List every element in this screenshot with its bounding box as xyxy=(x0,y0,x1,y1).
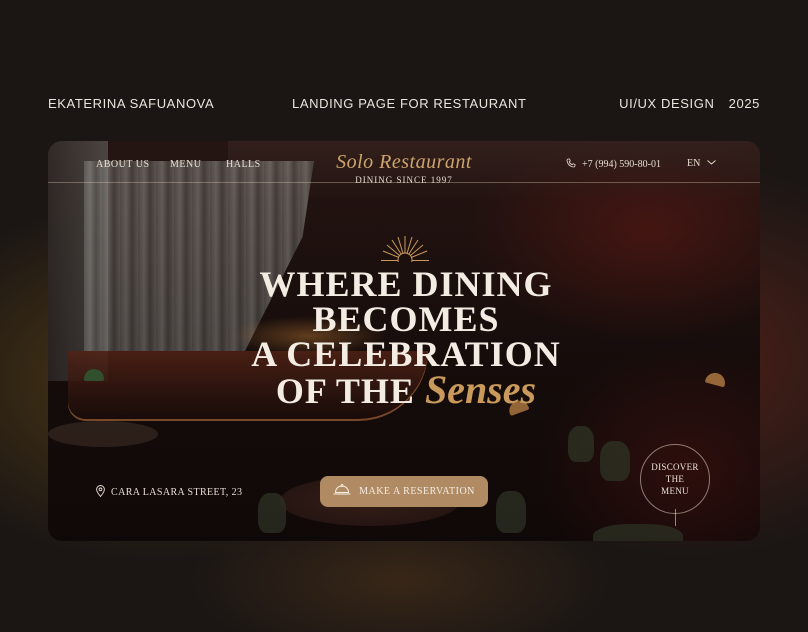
discipline-year: UI/UX DESIGN 2025 xyxy=(619,96,760,111)
restaurant-logo[interactable]: Solo Restaurant DINING SINCE 1997 xyxy=(330,151,478,185)
logo-tagline: DINING SINCE 1997 xyxy=(355,175,453,185)
headline-line: WHERE DINING xyxy=(259,264,553,304)
address-block[interactable]: CARA LASARA STREET, 23 xyxy=(96,485,242,498)
chevron-down-icon xyxy=(707,160,716,165)
make-reservation-button[interactable]: MAKE A RESERVATION xyxy=(320,476,488,507)
logo-name: Solo Restaurant xyxy=(336,151,472,173)
location-pin-icon xyxy=(96,485,105,497)
discover-line: MENU xyxy=(661,486,689,496)
nav-item-menu[interactable]: MENU xyxy=(170,159,201,170)
header-divider xyxy=(48,182,760,183)
headline-line: OF THE xyxy=(275,371,415,411)
headline-last-line: OF THE Senses xyxy=(208,370,604,411)
phone-link[interactable]: +7 (994) 590-80-01 xyxy=(566,158,661,170)
year-label: 2025 xyxy=(728,96,760,111)
discover-tick xyxy=(675,509,676,526)
address-text: CARA LASARA STREET, 23 xyxy=(111,487,243,498)
language-select[interactable]: EN xyxy=(687,158,716,169)
phone-icon xyxy=(566,158,576,168)
language-selected: EN xyxy=(687,158,701,169)
nav-item-halls[interactable]: HALLS xyxy=(226,159,261,170)
author-name: EKATERINA SAFUANOVA xyxy=(48,96,215,111)
hero-headline: WHERE DINING BECOMES A CELEBRATION OF TH… xyxy=(208,264,604,411)
project-title: LANDING PAGE FOR RESTAURANT xyxy=(292,96,527,111)
restaurant-landing-frame: ABOUT US MENU HALLS Solo Restaurant DINI… xyxy=(48,141,760,541)
headline-line: BECOMES xyxy=(312,299,500,339)
discipline-label: UI/UX DESIGN xyxy=(619,96,715,111)
headline-line: A CELEBRATION xyxy=(251,334,561,374)
discover-menu-button[interactable]: DISCOVER THE MENU xyxy=(640,444,710,526)
cloche-icon xyxy=(333,484,351,495)
phone-number: +7 (994) 590-80-01 xyxy=(582,159,661,170)
presentation-header: EKATERINA SAFUANOVA LANDING PAGE FOR RES… xyxy=(48,96,760,114)
discover-line: DISCOVER xyxy=(651,462,699,472)
sunburst-icon xyxy=(381,236,429,262)
nav-item-about[interactable]: ABOUT US xyxy=(96,159,150,170)
discover-line: THE xyxy=(665,474,685,484)
headline-script-word: Senses xyxy=(424,367,537,412)
reservation-label: MAKE A RESERVATION xyxy=(359,486,475,497)
